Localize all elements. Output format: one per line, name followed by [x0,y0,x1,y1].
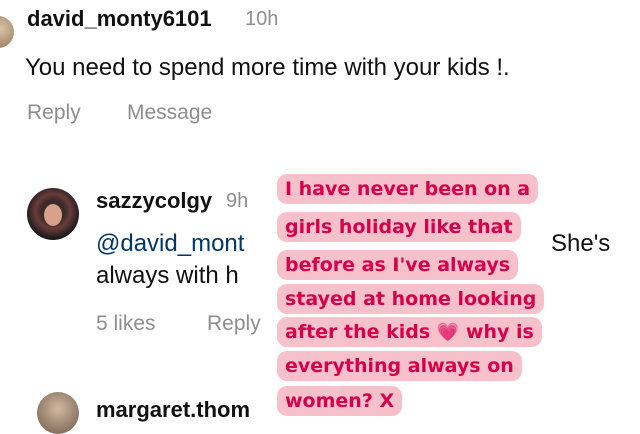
comment-text: You need to spend more time with your ki… [25,54,510,81]
overlay-line: after the kids [285,321,431,343]
reply-button[interactable]: Reply [27,101,81,125]
overlay-line: stayed at home looking [277,284,545,314]
comment-timestamp: 10h [245,8,279,30]
overlay-line: everything always on [277,351,522,381]
overlay-line: girls holiday like that [277,212,521,242]
reply-text-line: always with h [96,262,239,289]
reply-timestamp: 9h [226,190,249,212]
overlay-line: women? X [277,386,403,416]
message-button[interactable]: Message [127,101,212,125]
story-text-overlay: I have never been on a girls holiday lik… [274,174,570,416]
overlay-line: I have never been on a [277,174,539,204]
overlay-line: before as I've always [277,250,519,280]
comment-username[interactable]: david_monty6101 [27,6,212,32]
reply-username[interactable]: sazzycolgy [96,188,212,214]
overlay-line: why is [465,321,534,343]
avatar[interactable] [37,392,79,434]
overlay-line-with-heart: after the kids 💗 why is [277,317,542,347]
avatar[interactable] [0,16,14,48]
avatar[interactable] [27,188,79,240]
comment-username[interactable]: margaret.thom [96,397,250,423]
mention-link[interactable]: @david_mont [96,230,244,258]
likes-count[interactable]: 5 likes [96,312,156,336]
pink-heart-icon: 💗 [436,322,460,343]
reply-button[interactable]: Reply [207,312,261,336]
